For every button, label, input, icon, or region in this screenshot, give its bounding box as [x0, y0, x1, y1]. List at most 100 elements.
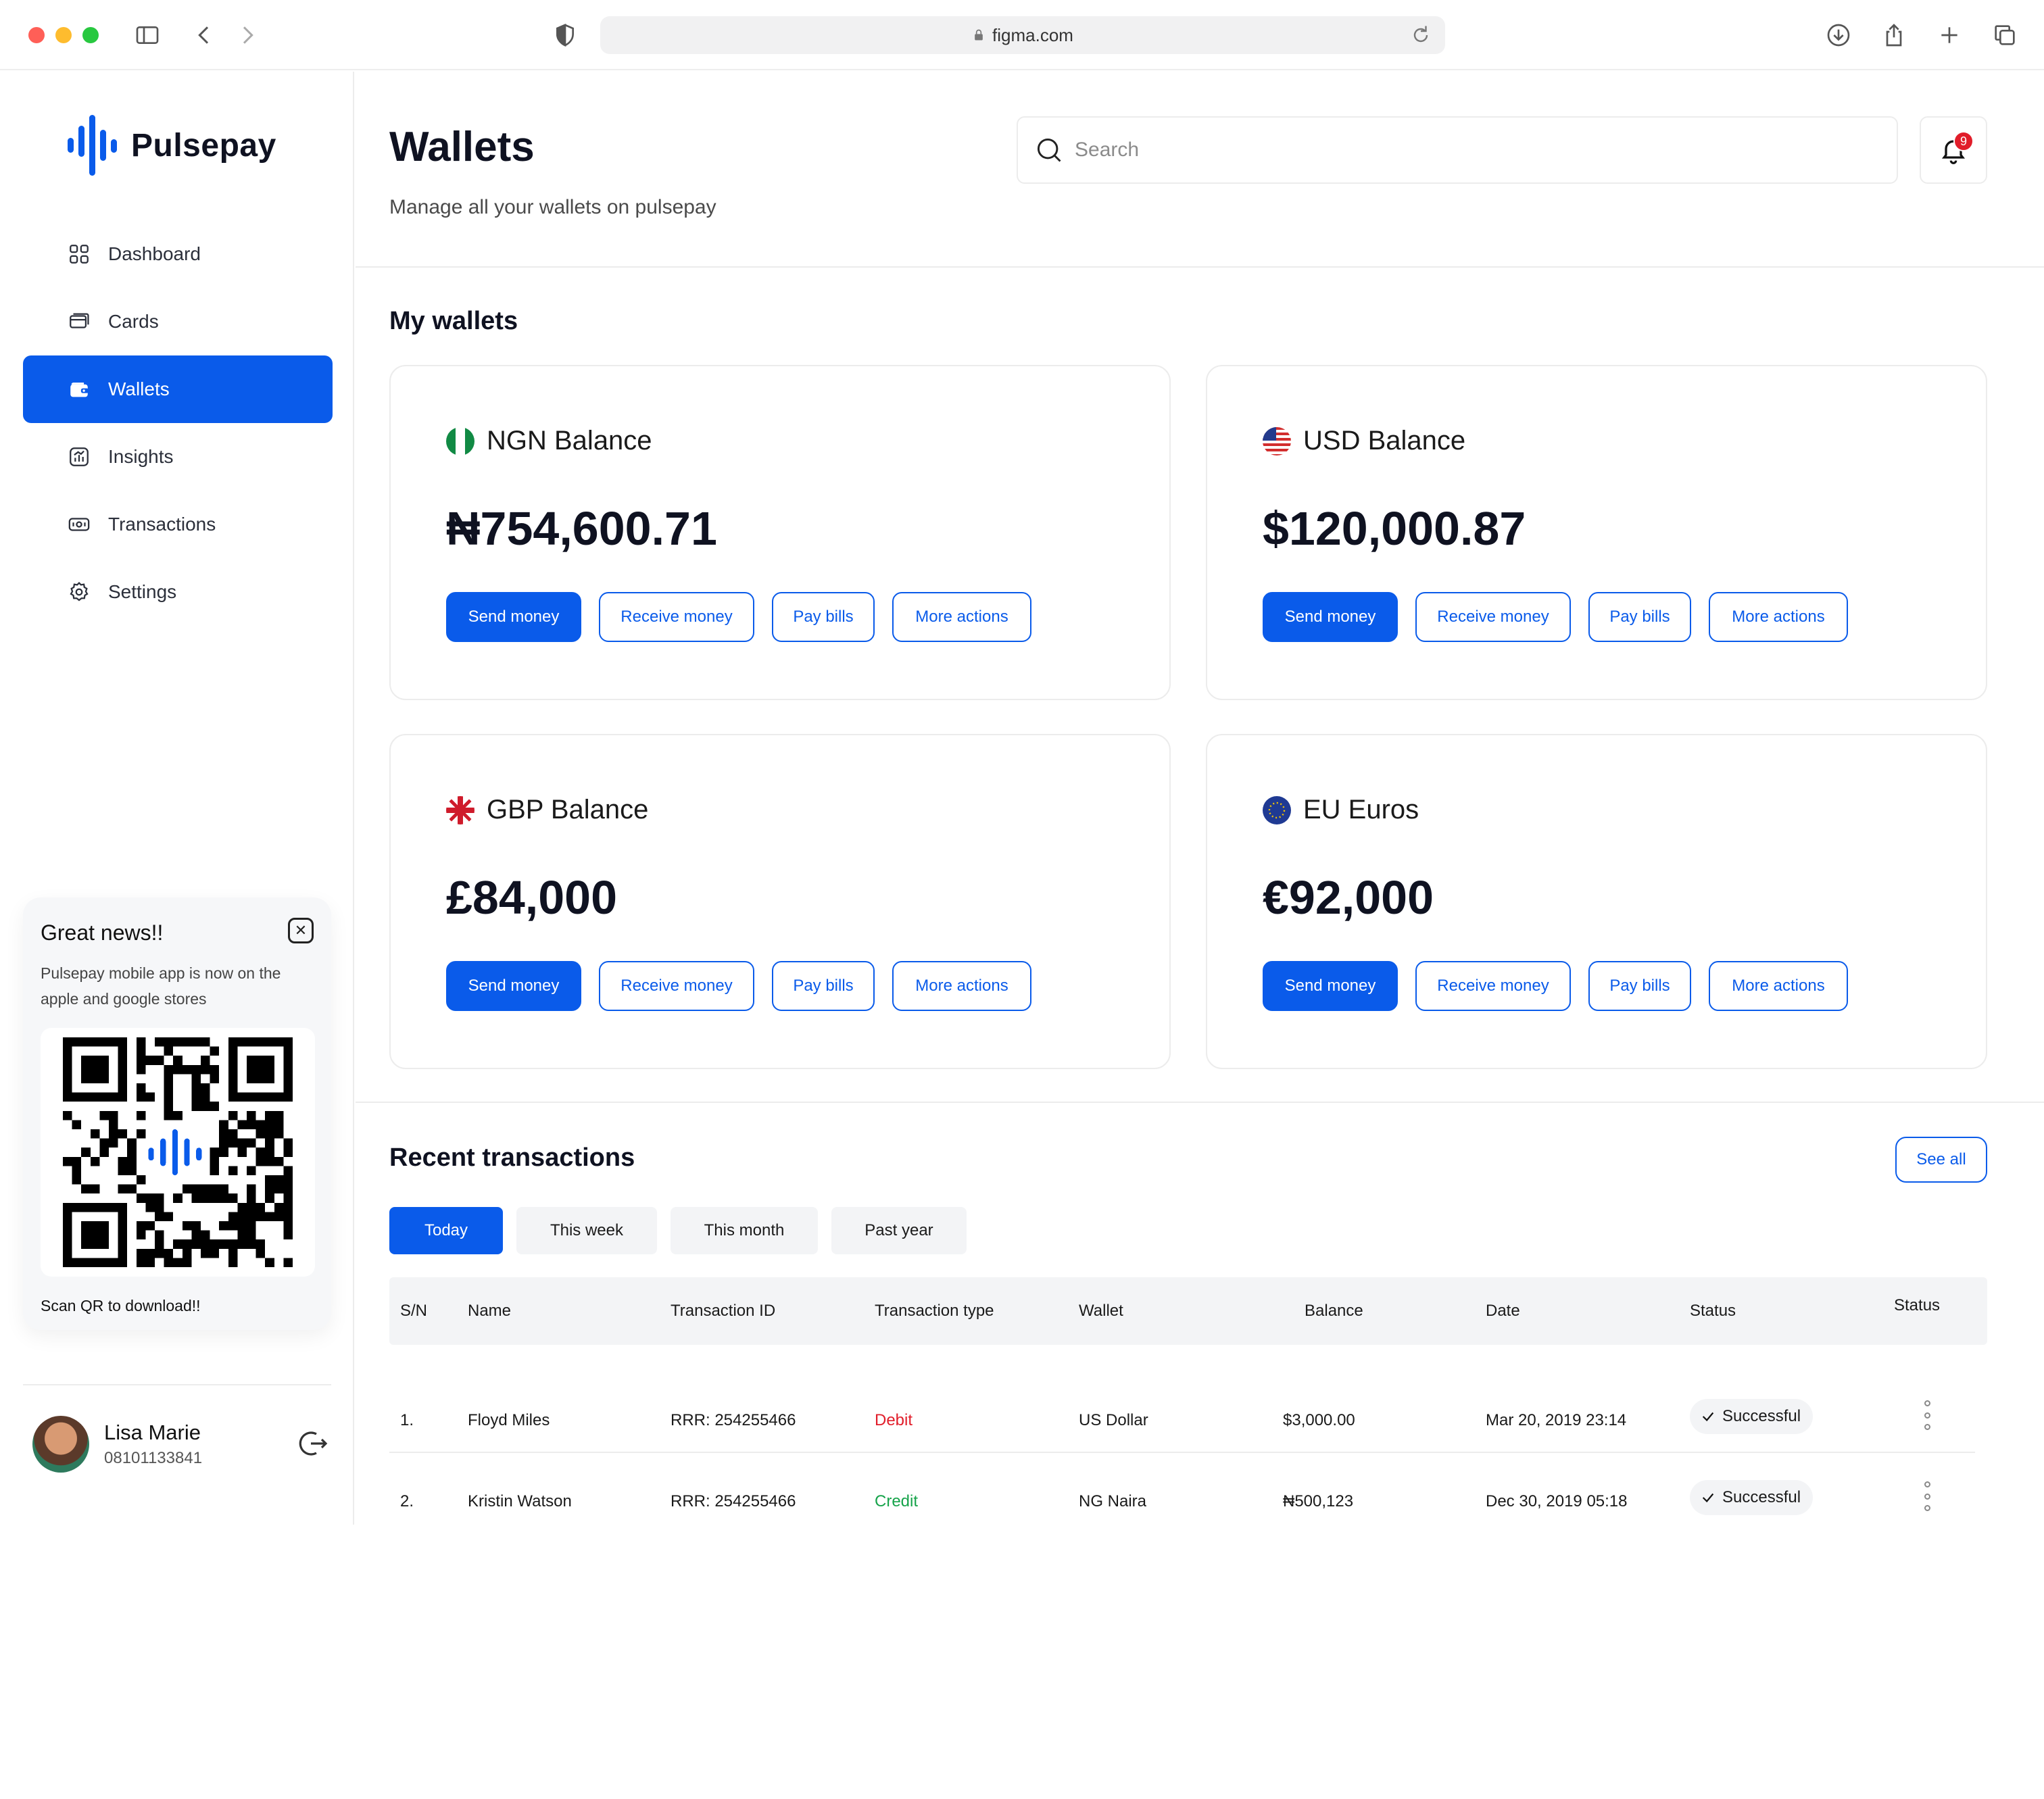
column-header: S/N	[400, 1302, 428, 1320]
user-profile[interactable]: Lisa Marie 08101133841	[32, 1407, 330, 1481]
send-money-button[interactable]: Send money	[446, 592, 581, 642]
tab-this-week[interactable]: This week	[516, 1207, 657, 1254]
send-money-button[interactable]: Send money	[446, 961, 581, 1011]
pay-bills-button[interactable]: Pay bills	[1588, 961, 1691, 1011]
wallet-balance: ₦754,600.71	[446, 502, 717, 555]
wallet-actions: Send money Receive money Pay bills More …	[1263, 961, 1848, 1011]
pulse-logo-icon	[68, 115, 117, 176]
sidebar-toggle-icon[interactable]	[132, 20, 162, 50]
wallet-balance: $120,000.87	[1263, 502, 1526, 555]
cell-sn: 1.	[400, 1411, 414, 1429]
wallet-name: GBP Balance	[487, 795, 649, 824]
sidebar-item-dashboard[interactable]: Dashboard	[23, 220, 333, 288]
divider	[23, 1384, 331, 1385]
check-icon	[1702, 1493, 1714, 1503]
receive-money-button[interactable]: Receive money	[1415, 961, 1571, 1011]
wallet-header: USD Balance	[1263, 426, 1465, 456]
status-badge: Successful	[1690, 1480, 1814, 1515]
page-subtitle: Manage all your wallets on pulsepay	[389, 196, 716, 218]
column-header: Status	[1894, 1296, 1941, 1314]
wallet-name: EU Euros	[1303, 795, 1419, 824]
logout-icon[interactable]	[297, 1427, 330, 1460]
share-icon[interactable]	[1879, 20, 1909, 50]
sidebar-item-label: Settings	[108, 581, 177, 602]
sidebar-item-wallets[interactable]: Wallets	[23, 355, 333, 423]
forward-icon[interactable]	[233, 20, 262, 50]
brand-logo[interactable]: Pulsepay	[68, 115, 276, 176]
search-input[interactable]: Search	[1017, 116, 1898, 184]
reload-icon[interactable]	[1409, 23, 1433, 47]
more-actions-button[interactable]: More actions	[1709, 961, 1848, 1011]
avatar[interactable]	[32, 1416, 89, 1473]
divider	[356, 1102, 2044, 1103]
maximize-window-button[interactable]	[82, 27, 99, 43]
status-text: Successful	[1722, 1407, 1801, 1425]
sidebar-item-settings[interactable]: Settings	[23, 558, 333, 626]
wallet-header: NGN Balance	[446, 426, 652, 456]
period-filter-tabs: Today This week This month Past year	[389, 1207, 967, 1254]
wallet-actions: Send money Receive money Pay bills More …	[446, 592, 1031, 642]
receive-money-button[interactable]: Receive money	[599, 592, 754, 642]
new-tab-icon[interactable]	[1934, 20, 1964, 50]
send-money-button[interactable]: Send money	[1263, 592, 1398, 642]
table-row[interactable]: 1. Floyd Miles RRR: 254255466 Debit US D…	[389, 1380, 1987, 1461]
see-all-button[interactable]: See all	[1895, 1137, 1987, 1183]
back-icon[interactable]	[189, 20, 219, 50]
pay-bills-button[interactable]: Pay bills	[1588, 592, 1691, 642]
wallet-balance: £84,000	[446, 871, 618, 924]
column-header: Transaction type	[875, 1302, 994, 1320]
check-icon	[1702, 1412, 1714, 1422]
search-placeholder: Search	[1075, 139, 1140, 161]
pay-bills-button[interactable]: Pay bills	[772, 592, 875, 642]
wallet-actions: Send money Receive money Pay bills More …	[446, 961, 1031, 1011]
ng-flag-icon	[446, 426, 474, 455]
wallet-card-gbp: GBP Balance £84,000 Send money Receive m…	[389, 734, 1171, 1069]
status-badge: Successful	[1690, 1399, 1814, 1434]
wallet-card-eur: EU Euros €92,000 Send money Receive mone…	[1206, 734, 1987, 1069]
table-row[interactable]: 2. Kristin Watson RRR: 254255466 Credit …	[389, 1461, 1987, 1542]
more-actions-button[interactable]: More actions	[892, 592, 1031, 642]
sidebar-item-insights[interactable]: Insights	[23, 423, 333, 491]
notifications-button[interactable]: 9	[1920, 116, 1987, 184]
more-options-icon[interactable]	[1917, 1481, 1937, 1511]
section-title-transactions: Recent transactions	[389, 1143, 635, 1172]
address-bar[interactable]: figma.com	[600, 16, 1445, 54]
row-divider	[389, 1452, 1975, 1453]
more-actions-button[interactable]: More actions	[1709, 592, 1848, 642]
user-name: Lisa Marie	[104, 1421, 201, 1444]
sidebar: Pulsepay Dashboard Cards Wallets Insight…	[0, 72, 354, 1525]
tab-past-year[interactable]: Past year	[831, 1207, 967, 1254]
status-text: Successful	[1722, 1488, 1801, 1506]
eu-flag-icon	[1263, 795, 1291, 824]
page-title: Wallets	[389, 124, 535, 170]
close-icon[interactable]: ✕	[288, 918, 314, 943]
tab-this-month[interactable]: This month	[671, 1207, 818, 1254]
pay-bills-button[interactable]: Pay bills	[772, 961, 875, 1011]
sidebar-item-cards[interactable]: Cards	[23, 288, 333, 355]
download-icon[interactable]	[1824, 20, 1853, 50]
sidebar-item-label: Cards	[108, 311, 159, 332]
more-actions-button[interactable]: More actions	[892, 961, 1031, 1011]
address-url: figma.com	[992, 24, 1073, 45]
send-money-button[interactable]: Send money	[1263, 961, 1398, 1011]
cell-date: Dec 30, 2019 05:18	[1486, 1492, 1628, 1510]
wallet-balance: €92,000	[1263, 871, 1434, 924]
wallet-actions: Send money Receive money Pay bills More …	[1263, 592, 1848, 642]
wallet-name: USD Balance	[1303, 426, 1466, 455]
minimize-window-button[interactable]	[55, 27, 72, 43]
user-info: Lisa Marie 08101133841	[104, 1421, 202, 1468]
cell-transaction-type: Credit	[875, 1492, 919, 1510]
receive-money-button[interactable]: Receive money	[599, 961, 754, 1011]
tabs-overview-icon[interactable]	[1990, 20, 2020, 50]
column-header: Status	[1690, 1302, 1736, 1320]
wallet-header: EU Euros	[1263, 795, 1419, 825]
close-window-button[interactable]	[28, 27, 45, 43]
more-options-icon[interactable]	[1917, 1400, 1937, 1430]
sidebar-item-transactions[interactable]: Transactions	[23, 491, 333, 558]
shield-icon[interactable]	[550, 20, 580, 50]
receive-money-button[interactable]: Receive money	[1415, 592, 1571, 642]
cell-sn: 2.	[400, 1492, 414, 1510]
cash-icon	[68, 518, 90, 531]
tab-today[interactable]: Today	[389, 1207, 503, 1254]
column-header: Transaction ID	[671, 1302, 776, 1320]
